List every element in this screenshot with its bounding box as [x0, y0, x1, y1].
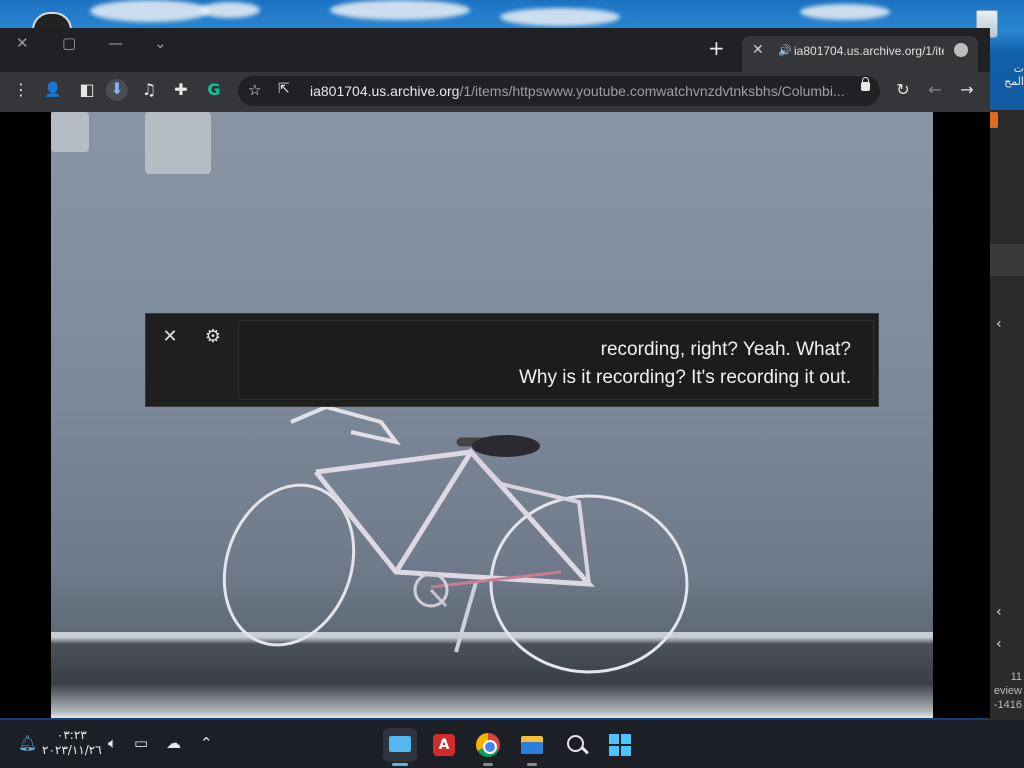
caption-line: Why is it recording? It's recording it o… [518, 367, 851, 388]
tab-bar: ✕ ▢ — ⌄ + ✕ 🔊 ia801704.us.archive.org/1/… [0, 28, 990, 72]
lock-icon[interactable] [861, 77, 870, 91]
bookmark-star-icon[interactable]: ☆ [248, 81, 261, 99]
clock-time: ٠٣:٢٣ [56, 728, 87, 742]
chevron-up-icon[interactable]: ⌃ [200, 734, 213, 752]
clock[interactable]: ٠٣:٢٣ ٢٠٢٣/١١/٢٦ [42, 728, 102, 758]
window-maximize-button[interactable]: ▢ [62, 34, 76, 52]
profile-icon[interactable]: 👤 [42, 80, 64, 100]
taskbar-app-file-explorer[interactable] [515, 728, 549, 766]
window-minimize-button[interactable]: — [108, 34, 123, 52]
reload-icon[interactable]: ↻ [892, 80, 914, 100]
desktop-text: 11 [1010, 671, 1022, 683]
background-window-strip [988, 244, 1024, 276]
live-caption-panel: ✕ ⚙ recording, right? Yeah. What? Why is… [145, 313, 879, 407]
tab-close-icon[interactable]: ✕ [752, 42, 764, 58]
desktop-text: eview [993, 685, 1022, 697]
url-text[interactable]: ia801704.us.archive.org/1/items/httpswww… [310, 83, 850, 99]
tab-title: ia801704.us.archive.org/1/items/httpswww… [794, 44, 944, 58]
download-icon[interactable]: ⬇ [106, 79, 128, 101]
back-arrow-icon[interactable]: ← [924, 80, 946, 100]
caption-text-box: recording, right? Yeah. What? Why is it … [238, 320, 874, 400]
taskbar: 🔔︎ ٠٣:٢٣ ٢٠٢٣/١١/٢٦ 🔈︎ ▭ ☁︎ ⌃ A [0, 720, 1024, 768]
network-icon[interactable]: ▭ [134, 734, 148, 752]
menu-icon[interactable]: ⋮ [10, 80, 32, 100]
grammarly-icon[interactable]: G [203, 80, 225, 100]
caption-line: recording, right? Yeah. What? [600, 339, 851, 360]
new-tab-button[interactable]: + [708, 38, 725, 58]
start-button-windows-icon[interactable] [603, 728, 637, 762]
browser-toolbar: ⋮ 👤 ◧ ⬇ ♫ ✚ G ☆ ⇱ ia801704.us.archive.or… [0, 72, 990, 112]
desktop-text: -1416 [993, 699, 1022, 711]
tab-search-chevron-icon[interactable]: ⌄ [154, 34, 167, 52]
media-control-icon[interactable]: ♫ [138, 80, 160, 100]
cloud [800, 4, 890, 20]
notification-bell-icon[interactable]: 🔔︎ [18, 734, 37, 752]
url-host: ia801704.us.archive.org [310, 83, 460, 99]
side-panel-icon[interactable]: ◧ [76, 80, 98, 100]
taskbar-app-screen[interactable] [383, 728, 417, 766]
taskbar-search-icon[interactable] [559, 728, 593, 762]
cloud [500, 8, 620, 26]
onedrive-icon[interactable]: ☁︎ [166, 734, 181, 752]
audio-playing-icon[interactable]: 🔊 [778, 44, 792, 57]
share-icon[interactable]: ⇱ [278, 81, 290, 97]
taskbar-app-acrobat[interactable]: A [427, 728, 461, 762]
desktop-text: ت [1013, 62, 1024, 75]
bicycle-image [222, 404, 689, 674]
chevron-left-icon[interactable]: ‹ [996, 636, 1002, 652]
url-path: /1/items/httpswww.youtube.comwatchvnzdvt… [459, 83, 845, 99]
page-content [0, 112, 990, 718]
window-close-button[interactable]: ✕ [16, 34, 29, 52]
cloud [330, 0, 470, 20]
speaker-icon[interactable]: 🔈︎ [108, 734, 117, 752]
globe-icon [954, 43, 968, 57]
desktop-text: المح [1004, 75, 1024, 88]
extensions-puzzle-icon[interactable]: ✚ [170, 80, 192, 100]
cloud [200, 2, 260, 18]
address-bar[interactable]: ☆ ⇱ ia801704.us.archive.org/1/items/http… [238, 76, 880, 106]
caption-close-icon[interactable]: ✕ [160, 326, 180, 347]
background-window[interactable]: ‹ ‹ ‹ [988, 110, 1024, 720]
taskbar-app-chrome[interactable] [471, 728, 505, 766]
clock-date: ٢٠٢٣/١١/٢٦ [42, 743, 102, 757]
chevron-left-icon[interactable]: ‹ [996, 316, 1002, 332]
browser-tab[interactable]: ✕ 🔊 ia801704.us.archive.org/1/items/http… [742, 36, 978, 72]
cloud [90, 0, 210, 22]
chevron-left-icon[interactable]: ‹ [996, 604, 1002, 620]
forward-arrow-icon[interactable]: → [956, 80, 978, 100]
caption-settings-gear-icon[interactable]: ⚙ [202, 326, 224, 347]
video-player[interactable] [51, 112, 933, 718]
